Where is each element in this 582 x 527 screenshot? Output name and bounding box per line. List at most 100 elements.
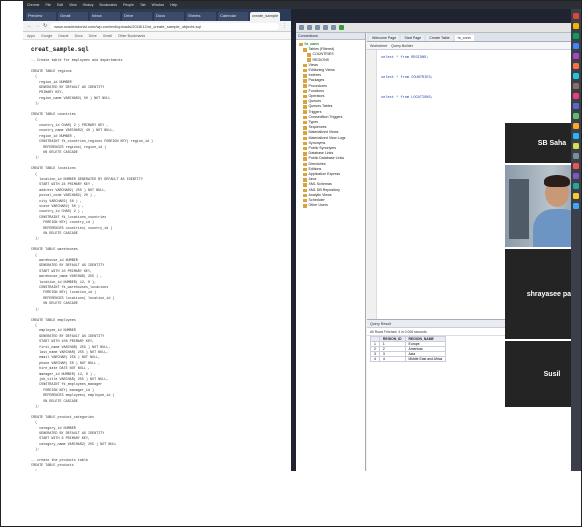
menu-item[interactable]: History [83, 3, 94, 7]
menu-item[interactable]: Edit [57, 3, 63, 7]
dock-app-icon[interactable] [573, 43, 579, 49]
forward-icon[interactable]: → [35, 23, 40, 29]
menu-bar: Chrome File Edit View History Bookmarks People… [23, 1, 581, 9]
menu-icon[interactable]: ⋮ [282, 23, 287, 29]
dock-app-icon[interactable] [573, 183, 579, 189]
dock-app-icon[interactable] [573, 13, 579, 19]
folder-icon [303, 48, 307, 52]
menu-item[interactable]: Chrome [27, 3, 39, 7]
folder-icon [303, 178, 307, 182]
menu-item[interactable]: Bookmarks [100, 3, 118, 7]
editor-tab[interactable]: Create Table [426, 35, 453, 41]
folder-icon [303, 84, 307, 88]
dock-app-icon[interactable] [573, 173, 579, 179]
folder-icon [303, 193, 307, 198]
results-grid: REGION_ID REGION_NAME 1 1 Europe 2 2 Americas 3… [370, 336, 447, 362]
undo-icon[interactable] [323, 25, 328, 30]
bookmark-item[interactable]: Google [41, 34, 52, 38]
dock-app-icon[interactable] [573, 83, 579, 89]
tree-node[interactable]: Other Users [299, 203, 362, 208]
participant-name: SB Saha [537, 139, 567, 147]
browser-tab[interactable]: Docs [154, 12, 184, 21]
table-row[interactable]: 4 4 Middle East and Africa [370, 356, 447, 362]
editor-tab[interactable]: Start Page [401, 35, 425, 41]
folder-icon [303, 152, 307, 156]
participant-tile[interactable]: SB Saha [505, 123, 581, 163]
participant-tile[interactable]: Susil [505, 341, 581, 407]
redo-icon[interactable] [331, 25, 336, 30]
dock-app-icon[interactable] [573, 203, 579, 209]
new-icon[interactable] [299, 25, 304, 30]
run-icon[interactable] [339, 25, 344, 30]
dock-app-icon[interactable] [573, 163, 579, 169]
bookmark-item[interactable]: Gmail [103, 34, 112, 38]
query-builder-tab[interactable]: Query Builder [391, 44, 413, 48]
browser-tab[interactable]: Calendar [218, 12, 248, 21]
dock-app-icon[interactable] [573, 153, 579, 159]
dock-app-icon[interactable] [573, 113, 579, 119]
participant-video[interactable] [505, 165, 581, 247]
table-cell: 4 [378, 356, 406, 362]
browser-tab[interactable]: Drive [122, 12, 152, 21]
bookmark-item[interactable]: Apps [27, 34, 35, 38]
folder-icon [303, 126, 307, 130]
browser-tab[interactable]: Gmail [58, 12, 88, 21]
bookmark-item[interactable]: Docs [75, 34, 83, 38]
editor-tab[interactable]: Welcome Page [369, 35, 400, 41]
dock-app-icon[interactable] [573, 53, 579, 59]
back-icon[interactable]: ← [27, 23, 32, 29]
url-input[interactable]: www.oracletutorial.com/wp-content/upload… [50, 22, 279, 30]
folder-icon [303, 136, 307, 140]
column-header[interactable]: REGION_ID [378, 336, 406, 342]
dock-app-icon[interactable] [573, 133, 579, 139]
connections-panel-title: Connections [296, 33, 365, 40]
folder-icon [303, 183, 307, 187]
browser-tab[interactable]: Inbox [90, 12, 120, 21]
folder-icon [303, 79, 307, 83]
dock-app-icon[interactable] [573, 193, 579, 199]
bookmark-item[interactable]: Drive [89, 34, 97, 38]
dock-app-icon[interactable] [573, 123, 579, 129]
menu-item[interactable]: Window [152, 3, 164, 7]
dock-app-icon[interactable] [573, 23, 579, 29]
dock-app-icon[interactable] [573, 73, 579, 79]
menu-item[interactable]: Tab [140, 3, 146, 7]
folder-icon [303, 172, 307, 177]
dock-app-icon[interactable] [573, 93, 579, 99]
sql-line[interactable]: select * from COUNTRIES; [381, 76, 433, 80]
dock-app-icon[interactable] [573, 33, 579, 39]
menu-item[interactable]: Help [170, 3, 177, 7]
connections-panel: Connections hr_conn Tables (Filtered) COUN… [296, 33, 366, 471]
folder-icon [303, 146, 307, 151]
participant-tile[interactable]: shrayasee paul [505, 249, 581, 339]
save-icon[interactable] [315, 25, 320, 30]
reload-icon[interactable]: ↻ [43, 23, 47, 29]
bookmark-item[interactable]: Oracle [58, 34, 68, 38]
sql-line[interactable]: select * from REGIONS; [381, 56, 428, 60]
browser-tab[interactable]: Sheets [186, 12, 216, 21]
dock-app-icon[interactable] [573, 103, 579, 109]
browser-tab[interactable]: Preview [26, 12, 56, 21]
folder-icon [307, 58, 311, 62]
table-cell: Middle East and Africa [404, 356, 447, 362]
folder-icon [303, 110, 307, 114]
sql-line[interactable]: select * from LOCATIONS; [381, 96, 433, 100]
menu-item[interactable]: File [45, 3, 51, 7]
folder-icon [303, 94, 307, 99]
open-icon[interactable] [307, 25, 312, 30]
browser-window: Preview Gmail Inbox Drive Docs Sheets Calendar… [23, 9, 291, 471]
desktop: Chrome File Edit View History Bookmarks People… [23, 1, 581, 471]
folder-icon [303, 204, 307, 208]
folder-icon [303, 74, 307, 78]
menu-item[interactable]: View [69, 3, 77, 7]
menu-item[interactable]: People [123, 3, 134, 7]
dock-app-icon[interactable] [573, 143, 579, 149]
browser-tab[interactable]: create_sample [250, 12, 280, 21]
folder-icon [303, 131, 307, 135]
folder-icon [303, 188, 307, 193]
editor-tab[interactable]: hr_conn [454, 35, 474, 41]
query-result-tab[interactable]: Query Result [370, 322, 391, 326]
dock-app-icon[interactable] [573, 63, 579, 69]
worksheet-tab[interactable]: Worksheet [370, 44, 387, 48]
bookmark-item[interactable]: Other Bookmarks [118, 34, 145, 38]
